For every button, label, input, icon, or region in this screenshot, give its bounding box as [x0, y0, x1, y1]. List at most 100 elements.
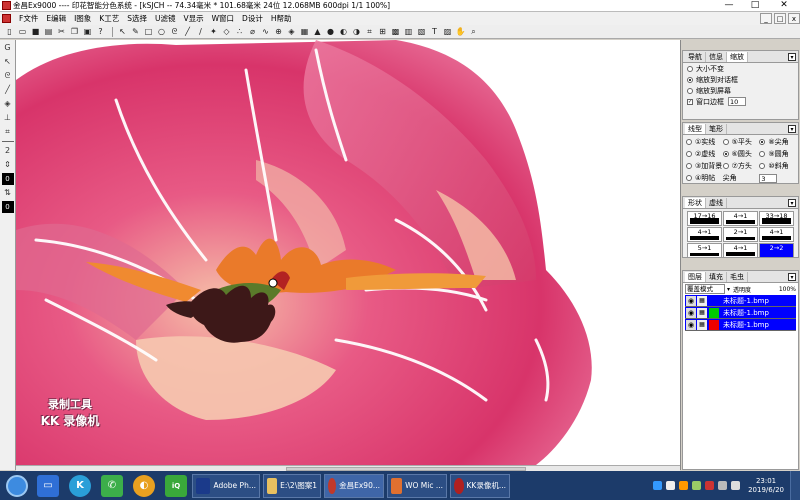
tab-dash[interactable]: 虚线 [706, 197, 727, 208]
layer-row[interactable]: ◉ ▦ 未标题-1.bmp [685, 319, 796, 331]
checkbox-checked-icon[interactable]: ✓ [687, 98, 693, 105]
sharp-angle-input[interactable]: 3 [759, 173, 778, 183]
brush-tool-icon[interactable]: ╱ [2, 84, 14, 96]
crop-tool-icon[interactable]: ⌗ [2, 126, 14, 138]
stamp-tool-icon[interactable]: ⊥ [2, 112, 14, 124]
layer-color-swatch[interactable] [709, 295, 719, 306]
menu-window[interactable]: W窗口 [208, 13, 238, 24]
input-method-icon[interactable] [666, 481, 676, 490]
doc-minimize-button[interactable]: _ [760, 13, 772, 24]
opt-round-join[interactable]: ⑨圆角 [759, 148, 796, 160]
task-jinchang[interactable]: 金昌Ex90... [324, 473, 384, 498]
layer-lock-icon[interactable]: ▦ [697, 319, 707, 330]
option-zoom-to-dialog[interactable]: 缩放到对话框 [683, 74, 798, 85]
hand-icon[interactable]: ✋ [455, 26, 466, 37]
brush-shape-cell[interactable]: 33→18 [759, 211, 794, 226]
foreground-color-index[interactable]: 0 [1, 173, 14, 185]
opt-background[interactable]: ③加背景 [686, 160, 723, 172]
tab-pen-shape[interactable]: 笔形 [706, 123, 727, 134]
layer-lock-icon[interactable]: ▦ [697, 307, 707, 318]
background-color-index[interactable]: 0 [1, 201, 14, 213]
desktop-icon[interactable]: ▭ [37, 474, 59, 497]
brush-size-value[interactable]: 2 [2, 145, 14, 157]
brush-shape-cell[interactable]: 4→1 [723, 211, 758, 226]
layer-color-swatch[interactable] [709, 307, 719, 318]
layer-row[interactable]: ◉ ▦ 未标题-1.bmp [685, 295, 796, 307]
browser-icon[interactable]: ◐ [133, 474, 155, 497]
tab-layers[interactable]: 图层 [685, 271, 706, 282]
menu-image[interactable]: I图象 [70, 13, 95, 24]
dodge-icon[interactable]: ◐ [338, 26, 349, 37]
menu-help[interactable]: H帮助 [267, 13, 296, 24]
maximize-button[interactable]: □ [742, 0, 768, 12]
pointer-icon[interactable]: ↖ [117, 26, 128, 37]
color-swap-icon[interactable]: ⇅ [2, 187, 14, 199]
tab-fill[interactable]: 填充 [706, 271, 727, 282]
arrow-tool-icon[interactable]: ↖ [2, 56, 14, 68]
tray-app-icon[interactable] [705, 481, 715, 490]
eye-icon[interactable]: ◉ [686, 307, 696, 318]
gradient-icon[interactable]: ▦ [299, 26, 310, 37]
close-button[interactable]: ✕ [768, 0, 800, 12]
rectangle-icon[interactable]: □ [143, 26, 154, 37]
opt-solid[interactable]: ①实线 [686, 136, 723, 148]
paste-icon[interactable]: ▣ [82, 26, 93, 37]
menu-edit[interactable]: E编辑 [42, 13, 70, 24]
opacity-value[interactable]: 100% [779, 286, 796, 293]
brush-shape-cell[interactable]: 17→16 [687, 211, 722, 226]
burn-icon[interactable]: ◑ [351, 26, 362, 37]
eraser-icon[interactable]: ◇ [221, 26, 232, 37]
task-photoshop[interactable]: Adobe Ph... [192, 473, 260, 498]
radio-icon[interactable] [687, 87, 693, 94]
opt-transparent[interactable]: ④明帖 [686, 172, 723, 184]
tab-navigator[interactable]: 导航 [685, 51, 706, 62]
radio-selected-icon[interactable] [687, 76, 693, 83]
task-folder[interactable]: E:\2\图案1 [263, 473, 321, 498]
option-size-unchanged[interactable]: 大小不变 [683, 63, 798, 74]
document-icon[interactable] [2, 14, 11, 23]
task-womic[interactable]: WO Mic ... [387, 473, 447, 498]
qq-tray-icon[interactable] [653, 481, 663, 490]
lasso-tool-icon[interactable]: ᘓ [2, 70, 14, 82]
sharpen-icon[interactable]: ▲ [312, 26, 323, 37]
radio-icon[interactable] [687, 65, 693, 72]
line-icon[interactable]: ∕ [195, 26, 206, 37]
brush-shape-cell[interactable]: 4→1 [687, 227, 722, 242]
tool-g[interactable]: G [2, 42, 14, 54]
layer-row[interactable]: ◉ ▦ 未标题-1.bmp [685, 307, 796, 319]
crop-icon[interactable]: ⌗ [364, 26, 375, 37]
brush-shape-cell[interactable]: 5→1 [687, 243, 722, 258]
save-icon[interactable]: ■ [30, 26, 41, 37]
tab-zoom[interactable]: 缩放 [727, 51, 748, 62]
network-icon[interactable] [718, 481, 728, 490]
tab-info[interactable]: 信息 [706, 51, 727, 62]
lasso-icon[interactable]: ᘓ [169, 26, 180, 37]
kk-icon[interactable]: K [69, 474, 91, 497]
brush-size-spinner-icon[interactable]: ⇕ [2, 159, 14, 171]
help-icon[interactable]: ? [95, 26, 106, 37]
print-icon[interactable]: ▤ [43, 26, 54, 37]
panel-menu-icon[interactable]: ▾ [788, 198, 796, 207]
new-file-icon[interactable]: ▯ [4, 26, 15, 37]
opt-square-cap[interactable]: ⑦方头 [722, 160, 760, 172]
brush-shape-cell[interactable]: 4→1 [723, 243, 758, 258]
eye-icon[interactable]: ◉ [686, 319, 696, 330]
cut-icon[interactable]: ✂ [56, 26, 67, 37]
menu-design[interactable]: D设计 [238, 13, 267, 24]
brush-icon[interactable]: ╱ [182, 26, 193, 37]
tray-app-icon[interactable] [692, 481, 702, 490]
panel-menu-icon[interactable]: ▾ [788, 52, 796, 61]
tab-line-style[interactable]: 线型 [685, 123, 706, 134]
system-clock[interactable]: 23:01 2019/6/20 [742, 477, 790, 495]
smudge-icon[interactable]: ∿ [260, 26, 271, 37]
doc-close-button[interactable]: x [788, 13, 800, 24]
opt-flat-cap[interactable]: ⑤平头 [722, 136, 760, 148]
copy-icon[interactable]: ❐ [69, 26, 80, 37]
measure-icon[interactable]: ⊞ [377, 26, 388, 37]
task-kk-recorder[interactable]: KK录像机... [450, 473, 510, 498]
tray-app-icon[interactable] [679, 481, 689, 490]
opt-sharp-join[interactable]: ⑧尖角 [759, 136, 796, 148]
ruler-icon[interactable]: ▥ [403, 26, 414, 37]
clone-icon[interactable]: ⊕ [273, 26, 284, 37]
fill-icon[interactable]: ◈ [286, 26, 297, 37]
